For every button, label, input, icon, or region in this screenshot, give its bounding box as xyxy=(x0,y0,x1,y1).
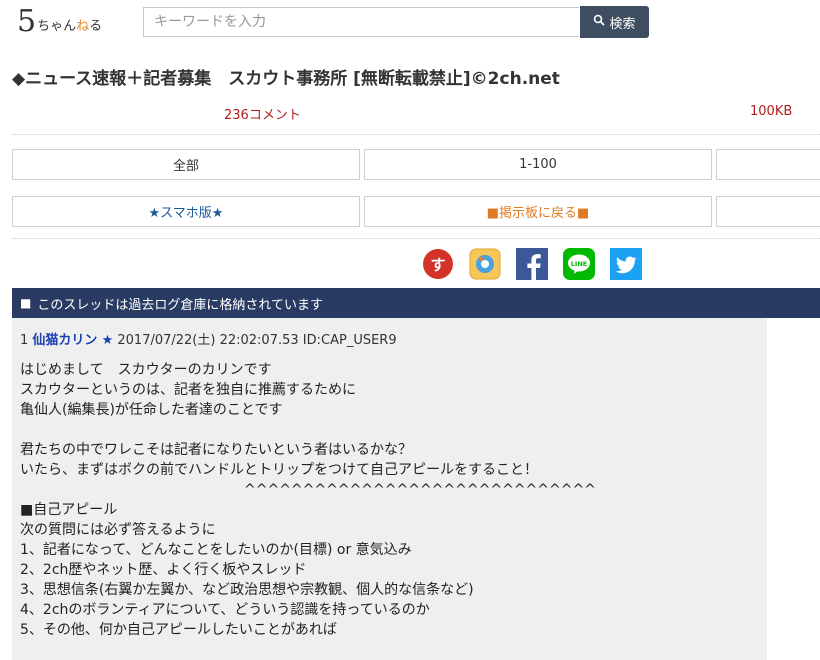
smartphone-version-button[interactable]: ★スマホ版★ xyxy=(12,196,360,227)
post-body: はじめまして スカウターのカリンです スカウターというのは、記者を独自に推薦する… xyxy=(20,362,596,638)
twitter-icon xyxy=(610,248,642,284)
thread-size: 100KB xyxy=(750,104,793,119)
logo-digit: 5 xyxy=(17,4,37,39)
nav-button-partial[interactable] xyxy=(716,149,820,180)
facebook-share-button[interactable] xyxy=(516,248,548,284)
nav-button-partial-2[interactable] xyxy=(716,196,820,227)
post-number[interactable]: 1 xyxy=(20,333,28,348)
post-author: 仙猫カリン xyxy=(32,333,98,348)
svg-text:す: す xyxy=(430,256,445,274)
cap-star: ★ xyxy=(101,333,114,348)
matome-share-button[interactable]: す xyxy=(422,248,454,284)
facebook-icon xyxy=(516,248,548,284)
comment-count: 236コメント xyxy=(224,108,301,123)
notice-bullet: ■ xyxy=(20,296,32,310)
archived-notice: ■ このスレッドは過去ログ倉庫に格納されています xyxy=(12,288,820,318)
post-datetime: 2017/07/22(土) 22:02:07.53 xyxy=(117,333,299,348)
search-input[interactable] xyxy=(143,7,579,37)
search-button-label: 検索 xyxy=(609,16,636,32)
thread-title: ◆ニュース速報＋記者募集 スカウト事務所 [無断転載禁止]©2ch.net xyxy=(12,69,560,89)
post-header: 1 仙猫カリン ★ 2017/07/22(土) 22:02:07.53 ID:C… xyxy=(20,329,397,348)
app-icon xyxy=(469,248,501,284)
notice-text: このスレッドは過去ログ倉庫に格納されています xyxy=(37,297,323,313)
range-1-100-button[interactable]: 1-100 xyxy=(364,149,712,180)
search-button[interactable]: 検索 xyxy=(580,6,649,38)
line-icon: LINE xyxy=(563,248,595,284)
back-to-board-button[interactable]: ■掲示板に戻る■ xyxy=(364,196,712,227)
divider xyxy=(12,134,820,135)
site-logo[interactable]: 5 ちゃんねる xyxy=(17,4,103,39)
divider xyxy=(12,238,820,239)
logo-text: ちゃんねる xyxy=(37,19,103,34)
post-id[interactable]: ID:CAP_USER9 xyxy=(303,333,397,348)
all-posts-button[interactable]: 全部 xyxy=(12,149,360,180)
app-share-button[interactable] xyxy=(469,248,501,284)
matome-icon: す xyxy=(422,248,454,284)
line-share-button[interactable]: LINE xyxy=(563,248,595,284)
svg-text:LINE: LINE xyxy=(571,260,587,268)
twitter-share-button[interactable] xyxy=(610,248,642,284)
search-icon xyxy=(593,14,606,30)
